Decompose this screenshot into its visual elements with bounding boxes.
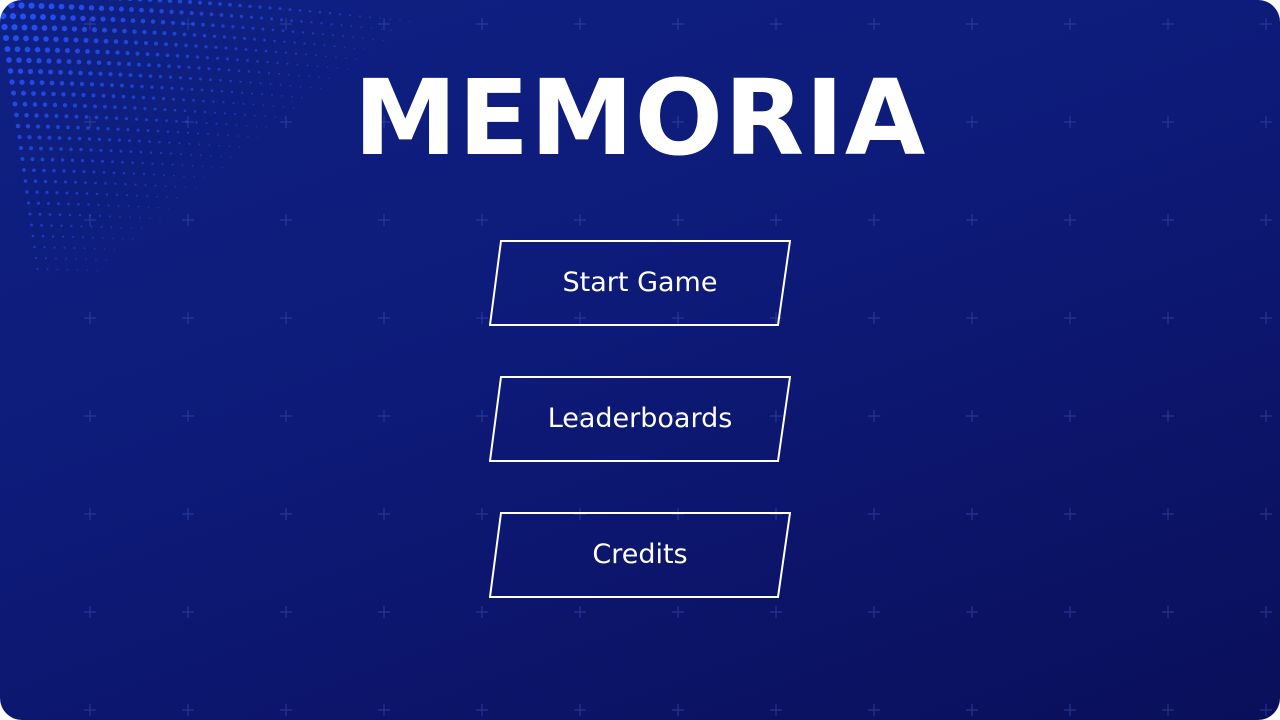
credits-button[interactable]: Credits [489, 512, 791, 598]
leaderboards-button[interactable]: Leaderboards [489, 376, 791, 462]
leaderboards-label: Leaderboards [547, 403, 733, 434]
start-game-label: Start Game [562, 267, 718, 298]
start-game-button[interactable]: Start Game [489, 240, 791, 326]
main-menu-screen: MEMORIA Start Game Leaderboards Credits [0, 0, 1280, 720]
game-title: MEMORIA [353, 57, 927, 179]
credits-label: Credits [592, 539, 688, 570]
